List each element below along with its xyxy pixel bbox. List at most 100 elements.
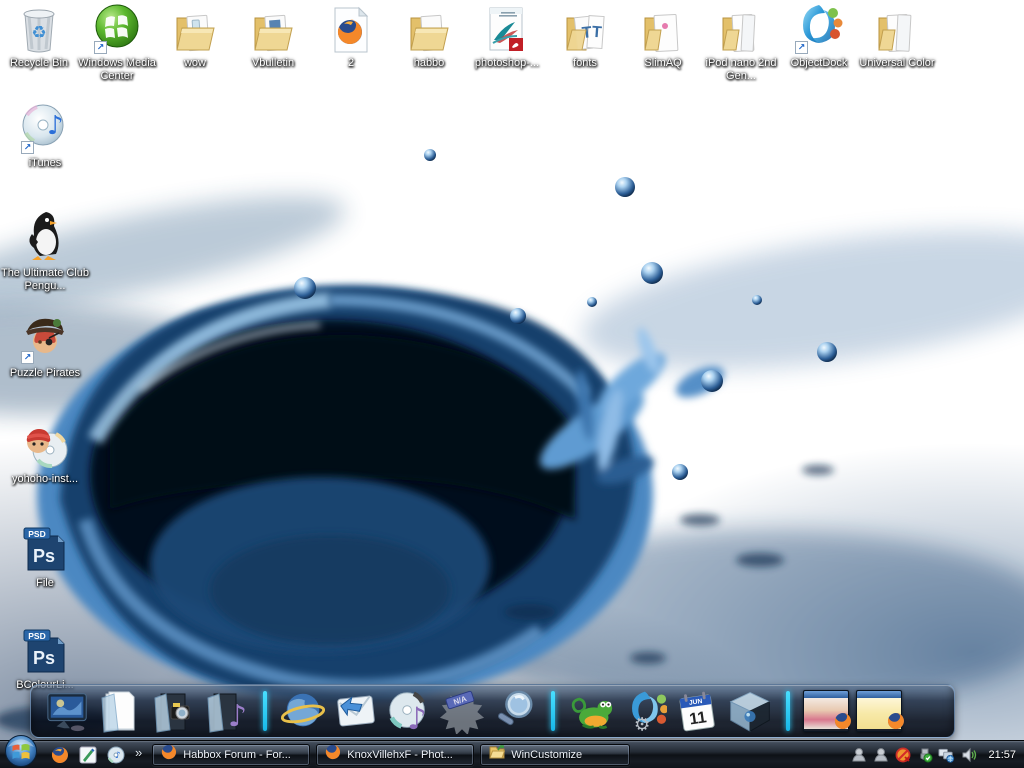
desktop: ♻ Recycle Bin ↗ Windows Media Center: [0, 0, 1024, 768]
folder-doc-icon: [624, 4, 702, 54]
dock-window-thumbnail-2[interactable]: [856, 688, 902, 734]
dock-gecko-icon[interactable]: [568, 688, 614, 734]
objectdock-icon: ↗: [780, 4, 858, 54]
taskbar-button-wincustomize[interactable]: WinCustomize: [480, 744, 630, 766]
dock-calendar-icon[interactable]: JUN 11: [674, 688, 720, 734]
shortcut-arrow-icon: ↗: [795, 41, 808, 54]
svg-text:Ps: Ps: [33, 546, 55, 566]
desktop-icon-wow[interactable]: wow: [156, 4, 234, 70]
quick-launch: ♪: [50, 745, 125, 764]
dock-pictures-folder-icon[interactable]: [151, 688, 197, 734]
icon-label: Universal Color: [858, 57, 936, 70]
svg-text:⚙: ⚙: [634, 714, 651, 734]
desktop-icon-2[interactable]: 2: [312, 4, 390, 70]
dock-documents-folder-icon[interactable]: [98, 688, 144, 734]
dock-separator: [551, 691, 555, 731]
dock-separator: [263, 691, 267, 731]
dock-search-icon[interactable]: [492, 688, 538, 734]
tray-safely-remove-hardware-icon[interactable]: [916, 746, 933, 763]
quick-launch-expand-chevron[interactable]: »: [135, 745, 142, 760]
firefox-badge-icon: [834, 712, 852, 735]
icon-label: iTunes: [0, 157, 90, 170]
tray-messenger-contact-icon[interactable]: [850, 746, 867, 763]
icon-label: ObjectDock: [780, 57, 858, 70]
folder-icon: [156, 4, 234, 54]
svg-text:♪: ♪: [115, 751, 121, 761]
desktop-icon-slimaq[interactable]: SlimAQ: [624, 4, 702, 70]
icon-label: fonts: [546, 57, 624, 70]
taskbar: ♪ » Habbox Forum - For...: [0, 740, 1024, 768]
shortcut-arrow-icon: ↗: [21, 351, 34, 364]
pirate-icon: ↗: [0, 314, 90, 364]
desktop-icon-ipod-nano[interactable]: iPod nano 2nd Gen...: [702, 4, 780, 83]
psd-file-icon: PSD Ps: [0, 524, 90, 574]
folder-icon: [702, 4, 780, 54]
tray-messenger-contact-icon[interactable]: [872, 746, 889, 763]
svg-text:♻: ♻: [31, 23, 46, 43]
svg-text:♪: ♪: [407, 702, 427, 734]
icon-label: Recycle Bin: [0, 57, 78, 70]
task-button-label: Habbox Forum - For...: [183, 749, 291, 761]
task-button-label: KnoxVillehxF - Phot...: [347, 749, 453, 761]
objectdock-bar: ♪ ♪: [30, 684, 955, 738]
svg-text:T: T: [591, 24, 602, 42]
desktop-icon-recycle-bin[interactable]: ♻ Recycle Bin: [0, 4, 78, 70]
desktop-icon-universal-color[interactable]: Universal Color: [858, 4, 936, 70]
desktop-icon-psd-file[interactable]: PSD Ps File: [0, 524, 90, 590]
dock-separator: [786, 691, 790, 731]
dock-email-icon[interactable]: [333, 688, 379, 734]
psd-file-icon: PSD Ps: [0, 626, 90, 676]
itunes-icon: ♪ ↗: [0, 104, 90, 154]
dock-window-thumbnail-1[interactable]: [803, 688, 849, 734]
desktop-icon-club-penguin[interactable]: The Ultimate Club Pengu...: [0, 208, 90, 293]
desktop-icon-photoshop-pdf[interactable]: photoshop-...: [468, 4, 546, 70]
recycle-bin-icon: ♻: [0, 4, 78, 54]
task-buttons: Habbox Forum - For... KnoxVillehxF - Pho…: [152, 744, 630, 766]
desktop-icon-media-center[interactable]: ↗ Windows Media Center: [78, 4, 156, 83]
tray-blocked-status-icon[interactable]: [894, 746, 911, 763]
folder-open-icon: [489, 744, 505, 765]
dock-music-cd-icon[interactable]: ♪: [386, 688, 432, 734]
firefox-icon: [325, 744, 341, 765]
pirate-cd-icon: [0, 420, 90, 470]
shortcut-arrow-icon: ↗: [94, 41, 107, 54]
taskbar-button-knoxville[interactable]: KnoxVillehxF - Phot...: [316, 744, 474, 766]
dock-display-icon[interactable]: [45, 688, 91, 734]
penguin-icon: [0, 208, 90, 264]
icon-label: File: [0, 577, 90, 590]
icon-label: SlimAQ: [624, 57, 702, 70]
svg-text:PSD: PSD: [28, 529, 45, 539]
desktop-icon-psd-bcolour[interactable]: PSD Ps BColourLi...: [0, 626, 90, 692]
quick-launch-pen-app-icon[interactable]: [78, 745, 97, 764]
svg-text:♪: ♪: [228, 699, 247, 734]
quick-launch-firefox-icon[interactable]: [50, 745, 69, 764]
folder-doc-icon: [234, 4, 312, 54]
desktop-icon-itunes[interactable]: ♪ ↗ iTunes: [0, 104, 90, 170]
desktop-icon-objectdock[interactable]: ↗ ObjectDock: [780, 4, 858, 70]
taskbar-button-habbox-forum[interactable]: Habbox Forum - For...: [152, 744, 310, 766]
desktop-icon-vbulletin[interactable]: Vbulletin: [234, 4, 312, 70]
firefox-badge-icon: [887, 712, 905, 735]
dock-cube-icon[interactable]: [727, 688, 773, 734]
media-center-icon: ↗: [78, 4, 156, 54]
pdf-book-icon: [468, 4, 546, 54]
desktop-icon-yohoho-installer[interactable]: yohoho-inst...: [0, 420, 90, 486]
desktop-icon-puzzle-pirates[interactable]: ↗ Puzzle Pirates: [0, 314, 90, 380]
task-button-label: WinCustomize: [511, 749, 582, 761]
dock-objectdock-settings-icon[interactable]: ⚙: [621, 688, 667, 734]
icon-label: iPod nano 2nd Gen...: [702, 57, 780, 83]
tray-network-icon[interactable]: [938, 746, 955, 763]
icon-label: 2: [312, 57, 390, 70]
desktop-icon-fonts[interactable]: T T fonts: [546, 4, 624, 70]
taskbar-clock[interactable]: 21:57: [988, 749, 1016, 761]
shortcut-arrow-icon: ↗: [21, 141, 34, 154]
quick-launch-itunes-icon[interactable]: ♪: [106, 745, 125, 764]
icon-label: The Ultimate Club Pengu...: [0, 267, 90, 293]
desktop-icon-habbo[interactable]: habbo: [390, 4, 468, 70]
water-splash-wallpaper-art: [0, 0, 1024, 768]
tray-volume-icon[interactable]: [960, 746, 977, 763]
dock-na-app-icon[interactable]: N/A: [439, 688, 485, 734]
dock-music-folder-icon[interactable]: ♪: [204, 688, 250, 734]
dock-internet-globe-icon[interactable]: [280, 688, 326, 734]
start-button[interactable]: [4, 734, 38, 768]
